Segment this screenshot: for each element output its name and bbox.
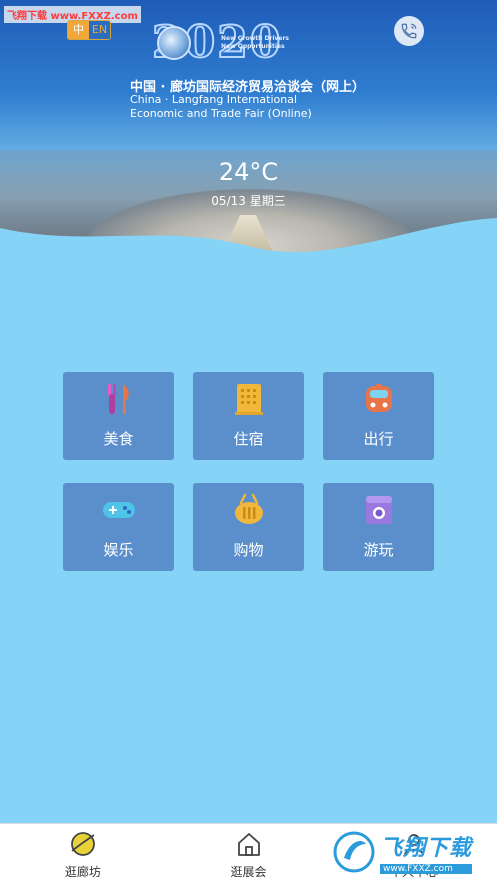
- phone-icon: [401, 23, 417, 39]
- category-hotel[interactable]: 住宿: [193, 372, 304, 460]
- globe-logo-icon: [157, 26, 191, 60]
- slogan-line-2: New Opportunities: [221, 43, 285, 50]
- weather-date: 05/13 星期三: [211, 194, 286, 208]
- category-grid: 美食 住宿 出行 娱乐 购物 游玩: [63, 372, 434, 571]
- bus-icon: [362, 382, 396, 416]
- planet-icon: [68, 829, 98, 859]
- phone-button[interactable]: [394, 16, 424, 46]
- brand-watermark: 飞翔下载 www.FXXZ.com: [332, 824, 492, 880]
- event-title-en-line-1: China · Langfang International: [130, 93, 298, 106]
- wave-divider: [0, 218, 497, 298]
- event-title-en-line-2: Economic and Trade Fair (Online): [130, 107, 312, 120]
- lang-zh-option[interactable]: 中: [68, 21, 89, 39]
- tab-explore-langfang-label: 逛廊坊: [64, 865, 101, 879]
- slogan-line-1: New Growth Drivers: [221, 35, 290, 42]
- category-sightseeing-label: 游玩: [363, 541, 394, 559]
- gamepad-icon: [102, 493, 136, 527]
- category-travel[interactable]: 出行: [323, 372, 434, 460]
- camera-icon: [362, 493, 396, 527]
- category-sightseeing[interactable]: 游玩: [323, 483, 434, 571]
- lang-en-option[interactable]: EN: [89, 21, 110, 39]
- category-travel-label: 出行: [363, 430, 394, 448]
- language-toggle[interactable]: 中 EN: [67, 20, 111, 40]
- tab-explore-langfang[interactable]: 逛廊坊: [0, 824, 166, 883]
- category-entertainment-label: 娱乐: [103, 541, 134, 559]
- building-icon: [232, 382, 266, 416]
- category-shopping-label: 购物: [233, 541, 264, 559]
- fork-knife-icon: [102, 382, 136, 416]
- category-shopping[interactable]: 购物: [193, 483, 304, 571]
- category-food-label: 美食: [103, 430, 134, 448]
- category-hotel-label: 住宿: [233, 430, 264, 448]
- category-food[interactable]: 美食: [63, 372, 174, 460]
- brand-logo-icon: [333, 831, 375, 873]
- event-slogan: New Growth Drivers New Opportunities: [221, 35, 289, 51]
- weather-temperature: 24°C: [218, 158, 279, 186]
- category-entertainment[interactable]: 娱乐: [63, 483, 174, 571]
- tab-exhibition-label: 逛展会: [230, 865, 267, 879]
- home-icon: [234, 829, 264, 859]
- brand-watermark-url: www.FXXZ.com: [380, 864, 473, 874]
- basket-icon: [232, 493, 266, 527]
- event-title-en: China · Langfang International Economic …: [130, 93, 312, 121]
- tab-exhibition[interactable]: 逛展会: [166, 824, 332, 883]
- brand-watermark-text: 飞翔下载: [380, 836, 473, 861]
